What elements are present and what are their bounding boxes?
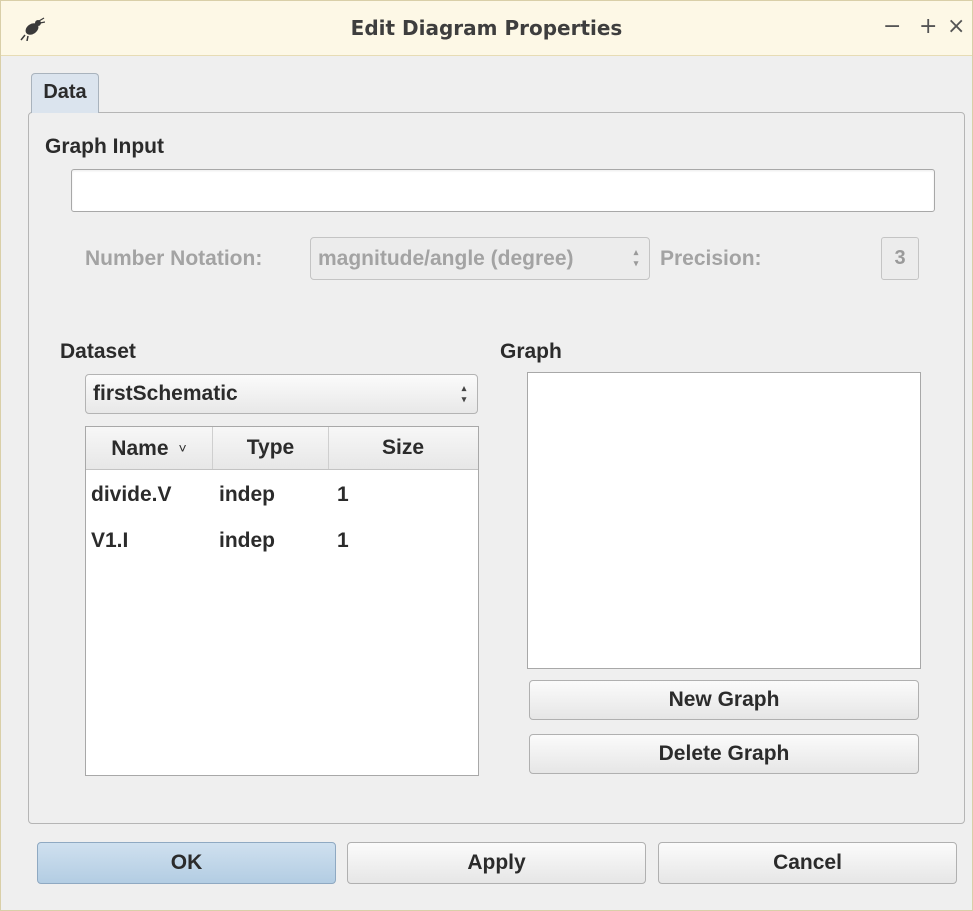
chevron-down-icon: ˅: [178, 440, 187, 456]
graph-input-field[interactable]: [71, 169, 935, 212]
cell-size: 1: [337, 483, 349, 506]
cell-size: 1: [337, 529, 349, 552]
ok-button[interactable]: OK: [37, 842, 336, 884]
dataset-select-value: firstSchematic: [93, 382, 238, 405]
dataset-label: Dataset: [60, 340, 136, 363]
dataset-select[interactable]: firstSchematic ▴ ▾: [85, 374, 478, 414]
precision-label: Precision:: [660, 247, 762, 270]
cell-type: indep: [219, 529, 275, 552]
cancel-button[interactable]: Cancel: [658, 842, 957, 884]
minimize-button[interactable]: −: [883, 14, 901, 40]
column-header-size[interactable]: Size: [329, 427, 477, 469]
number-notation-label: Number Notation:: [85, 247, 263, 270]
table-row[interactable]: divide.V indep 1: [86, 472, 478, 518]
graph-label: Graph: [500, 340, 562, 363]
number-notation-select[interactable]: magnitude/angle (degree) ▴ ▾: [310, 237, 650, 280]
dataset-table: Name ˅ Type Size divide.V indep 1 V1.I in…: [85, 426, 479, 776]
delete-graph-button[interactable]: Delete Graph: [529, 734, 919, 774]
cell-name: V1.I: [91, 529, 129, 552]
up-down-arrows-icon: ▴ ▾: [461, 383, 467, 404]
graph-input-label: Graph Input: [45, 135, 164, 158]
table-header: Name ˅ Type Size: [86, 427, 478, 470]
column-header-name[interactable]: Name ˅: [86, 427, 213, 469]
cell-name: divide.V: [91, 483, 172, 506]
title-bar[interactable]: Edit Diagram Properties − + ×: [1, 1, 972, 56]
cell-type: indep: [219, 483, 275, 506]
graph-list[interactable]: [527, 372, 921, 669]
close-button[interactable]: ×: [947, 14, 965, 40]
apply-button[interactable]: Apply: [347, 842, 646, 884]
precision-spinbox[interactable]: 3: [881, 237, 919, 280]
up-down-arrows-icon: ▴ ▾: [633, 247, 639, 268]
maximize-button[interactable]: +: [919, 14, 937, 40]
window-title: Edit Diagram Properties: [350, 16, 623, 40]
table-row[interactable]: V1.I indep 1: [86, 518, 478, 564]
tab-data[interactable]: Data: [31, 73, 99, 113]
column-header-name-label: Name: [111, 437, 169, 460]
column-header-type[interactable]: Type: [213, 427, 329, 469]
new-graph-button[interactable]: New Graph: [529, 680, 919, 720]
number-notation-value: magnitude/angle (degree): [318, 247, 574, 270]
dialog-window: Edit Diagram Properties − + × Data Graph…: [0, 0, 973, 911]
